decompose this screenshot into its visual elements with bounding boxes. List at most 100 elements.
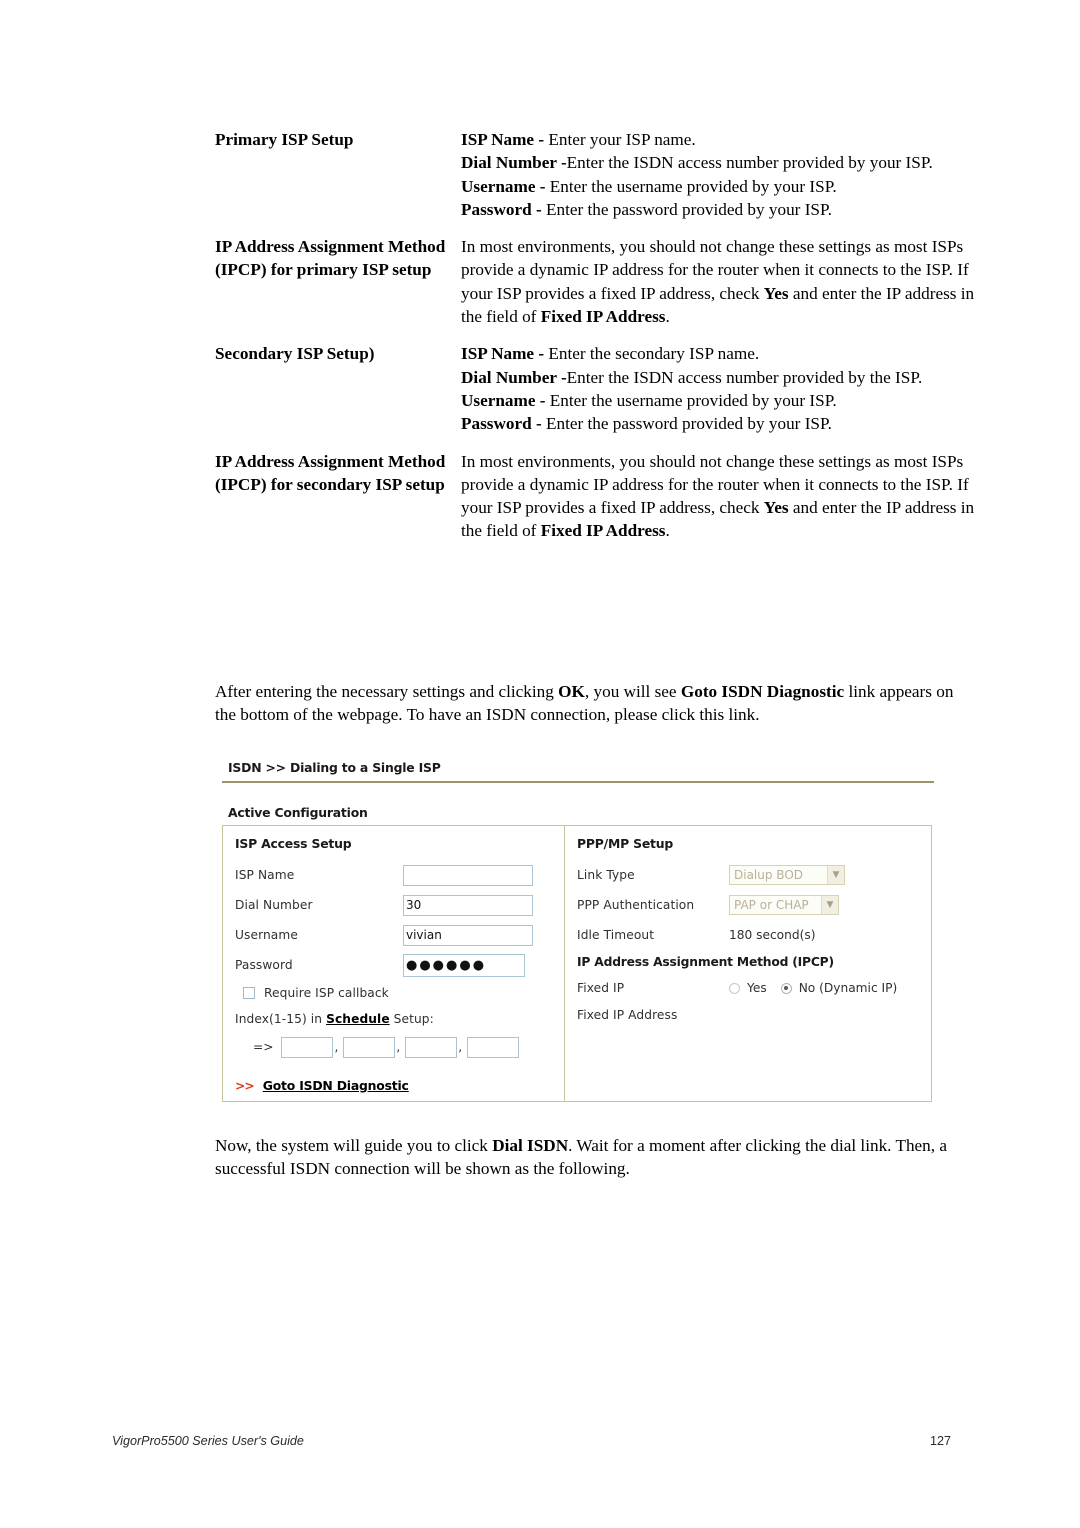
goto-isdn-diagnostic-row[interactable]: >> Goto ISDN Diagnostic [235,1078,564,1093]
fixed-ip-label: Fixed IP [577,981,625,995]
para-ok-part-0: After entering the necessary settings an… [215,682,559,701]
ppp-authentication-row: PPP Authentication PAP or CHAP ▼ [577,890,931,920]
dial-number-row: Dial Number 30 [235,890,564,920]
password-text: Enter the password provided by your ISP. [545,414,832,434]
schedule-setup-link[interactable]: Schedule [326,1012,390,1026]
ppp-mp-setup-panel: PPP/MP Setup Link Type Dialup BOD ▼ PPP … [565,826,931,1101]
isp-name-text: Enter your ISP name. [548,130,696,149]
schedule-index-input-2[interactable] [343,1036,396,1058]
password-label: Password [235,958,293,972]
ppp-authentication-select[interactable]: PAP or CHAP ▼ [729,895,839,915]
require-isp-callback-row[interactable]: Require ISP callback [235,980,564,1006]
password-term: Password - [461,414,546,434]
dial-number-term: Dial Number - [461,367,567,387]
comma-separator: , [396,1040,401,1054]
screenshot-breadcrumb-title: ISDN >> Dialing to a Single ISP [228,760,441,775]
username-text: Enter the username provided by your ISP. [549,390,837,410]
password-term: Password - [461,199,546,219]
para-ok-part-2: , you will see [584,682,681,701]
isp-name-term: ISP Name - [461,344,549,364]
para-ok-part-1: OK [558,682,585,701]
dial-number-input[interactable]: 30 [403,894,533,916]
definition-description: ISP Name - Enter your ISP name. Dial Num… [461,128,975,221]
isp-name-text: Enter the secondary ISP name. [548,344,760,364]
fixed-ip-address-row: Fixed IP Address [577,1002,931,1028]
chevron-right-icon: >> [235,1078,255,1093]
ppp-authentication-label: PPP Authentication [577,898,695,912]
paragraph-dial-isdn: Now, the system will guide you to click … [215,1134,970,1181]
definition-term: IP Address Assignment Method (IPCP) for … [215,237,446,280]
ipcp-primary-part-1: Yes [763,283,789,303]
definition-term: Primary ISP Setup [215,130,354,149]
isp-name-input[interactable] [403,864,533,886]
para-dial-part-0: Now, the system will guide you to click [215,1136,493,1155]
schedule-suffix: Setup: [389,1012,434,1026]
definition-list: Primary ISP Setup ISP Name - Enter your … [215,128,975,557]
chevron-down-icon: ▼ [827,866,844,884]
definition-description: In most environments, you should not cha… [461,235,975,328]
schedule-index-input-3[interactable] [405,1036,458,1058]
definition-row-secondary-isp-setup: Secondary ISP Setup) ISP Name - Enter th… [215,342,975,435]
definition-description: ISP Name - Enter the secondary ISP name.… [461,342,975,435]
definition-term: IP Address Assignment Method (IPCP) for … [215,451,446,494]
dial-number-text: Enter the ISDN access number provided by… [566,367,923,387]
fixed-ip-no-label[interactable]: No (Dynamic IP) [799,981,898,995]
dial-number-text: Enter the ISDN access number provided by… [566,153,933,173]
username-label: Username [235,928,298,942]
isp-name-label: ISP Name [235,868,295,882]
paragraph-after-ok: After entering the necessary settings an… [215,680,970,727]
fixed-ip-yes-label[interactable]: Yes [747,981,767,995]
ipcp-secondary-part-3: Fixed IP Address [540,521,666,541]
screenshot-title-divider [222,781,934,783]
ipcp-secondary-part-4: . [665,521,670,541]
isp-name-term: ISP Name - [461,130,549,149]
definition-description: In most environments, you should not cha… [461,450,975,543]
username-term: Username - [461,390,550,410]
username-text: Enter the username provided by your ISP. [549,176,837,196]
ppp-mp-setup-heading: PPP/MP Setup [577,836,674,851]
arrow-label: => [253,1040,274,1054]
para-ok-part-3: Goto ISDN Diagnostic [680,682,845,701]
definition-row-ipcp-secondary: IP Address Assignment Method (IPCP) for … [215,450,975,543]
comma-separator: , [458,1040,463,1054]
isp-access-setup-heading: ISP Access Setup [235,836,352,851]
ipcp-secondary-part-1: Yes [763,498,789,518]
password-text: Enter the password provided by your ISP. [545,199,832,219]
link-type-label: Link Type [577,868,635,882]
isp-access-setup-panel: ISP Access Setup ISP Name Dial Number 30… [223,826,565,1101]
para-dial-part-1: Dial ISDN [492,1136,569,1155]
goto-isdn-diagnostic-link[interactable]: Goto ISDN Diagnostic [263,1078,409,1093]
require-isp-callback-label: Require ISP callback [264,986,389,1000]
footer-guide-title: VigorPro5500 Series User's Guide [112,1434,304,1448]
link-type-selected-value: Dialup BOD [734,868,804,882]
definition-term: Secondary ISP Setup) [215,344,375,364]
link-type-row: Link Type Dialup BOD ▼ [577,860,931,890]
chevron-down-icon: ▼ [821,896,838,914]
radio-fixed-ip-yes[interactable] [729,982,740,994]
username-input[interactable]: vivian [403,924,533,946]
schedule-prefix: Index(1-15) in [235,1012,327,1026]
schedule-index-input-1[interactable] [281,1036,334,1058]
ipcp-method-heading: IP Address Assignment Method (IPCP) [577,955,834,969]
ppp-authentication-selected-value: PAP or CHAP [734,898,809,912]
idle-timeout-row: Idle Timeout 180 second(s) [577,920,931,950]
checkbox-icon[interactable] [243,987,255,999]
router-ui-screenshot: ISDN >> Dialing to a Single ISP Active C… [222,760,934,1102]
active-configuration-heading: Active Configuration [228,805,368,820]
schedule-index-input-4[interactable] [467,1036,520,1058]
idle-timeout-value: 180 second(s) [729,928,816,942]
isp-name-row: ISP Name [235,860,564,890]
ipcp-primary-part-3: Fixed IP Address [540,307,666,327]
link-type-select[interactable]: Dialup BOD ▼ [729,865,845,885]
radio-fixed-ip-no[interactable] [780,982,792,994]
schedule-index-row: Index(1-15) in Schedule Setup: [235,1006,564,1032]
dial-number-term: Dial Number - [461,153,567,173]
comma-separator: , [334,1040,339,1054]
password-input[interactable]: ●●●●●● [403,953,525,977]
username-term: Username - [461,176,550,196]
definition-row-primary-isp-setup: Primary ISP Setup ISP Name - Enter your … [215,128,975,221]
configuration-panels: ISP Access Setup ISP Name Dial Number 30… [222,825,932,1102]
fixed-ip-row: Fixed IP Yes No (Dynamic IP) [577,974,931,1002]
definition-row-ipcp-primary: IP Address Assignment Method (IPCP) for … [215,235,975,328]
fixed-ip-address-label: Fixed IP Address [577,1008,678,1022]
